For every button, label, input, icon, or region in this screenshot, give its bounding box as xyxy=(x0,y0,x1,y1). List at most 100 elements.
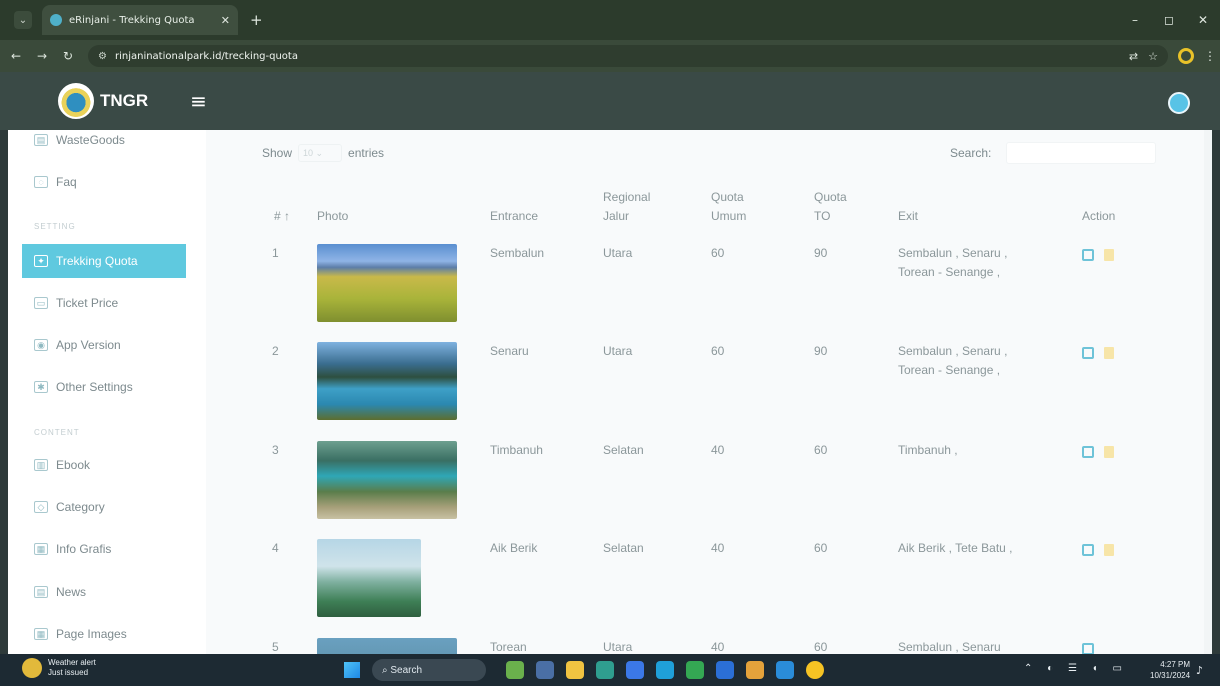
android-icon: ◉ xyxy=(34,339,48,351)
header-line: Jalur xyxy=(603,209,630,223)
sidebar-section-setting: SETTING xyxy=(34,222,76,231)
cell-quota-to: 60 xyxy=(814,640,828,654)
sidebar-item-wastegoods[interactable]: ▤ WasteGoods xyxy=(22,130,186,157)
edit-icon[interactable] xyxy=(1082,249,1094,261)
tab-close-icon[interactable]: ✕ xyxy=(221,14,230,27)
sidebar-item-label: Faq xyxy=(56,175,77,189)
minimize-icon[interactable]: – xyxy=(1118,13,1152,27)
brand-name[interactable]: TNGR xyxy=(100,91,148,111)
column-header-quota-to[interactable]: Quota TO xyxy=(814,188,847,226)
cell-quota-umum: 60 xyxy=(711,344,725,358)
sidebar-item-label: News xyxy=(56,585,87,599)
column-header-regional-jalur[interactable]: Regional Jalur xyxy=(603,188,650,226)
sidebar-item-label: Info Grafis xyxy=(56,542,112,556)
book-icon: ▥ xyxy=(34,459,48,471)
cell-number: 3 xyxy=(272,443,279,457)
cell-entrance: Torean xyxy=(490,640,527,654)
column-header-entrance[interactable]: Entrance xyxy=(490,207,538,226)
site-favicon-icon xyxy=(50,14,62,26)
widgets-app-icon[interactable] xyxy=(506,661,524,679)
sidebar-item-ebook[interactable]: ▥ Ebook xyxy=(22,448,186,482)
forward-arrow-icon[interactable]: → xyxy=(32,49,52,63)
sidebar-item-page-images[interactable]: ▦ Page Images xyxy=(22,617,186,651)
sidebar-item-other-settings[interactable]: ✱ Other Settings xyxy=(22,370,186,404)
cell-quota-to: 90 xyxy=(814,344,828,358)
column-header-exit[interactable]: Exit xyxy=(898,207,918,226)
delete-icon[interactable] xyxy=(1104,249,1114,261)
edit-icon[interactable] xyxy=(1082,347,1094,359)
file-explorer-icon[interactable] xyxy=(566,661,584,679)
sidebar-item-info-grafis[interactable]: ▦ Info Grafis xyxy=(22,532,186,566)
cell-entrance: Sembalun xyxy=(490,246,545,260)
sidebar-item-news[interactable]: ▤ News xyxy=(22,575,186,609)
translate-icon[interactable]: ⇄ xyxy=(1129,50,1138,63)
edge-app-icon[interactable] xyxy=(656,661,674,679)
clock-time: 4:27 PM xyxy=(1160,660,1191,669)
row-photo xyxy=(317,342,457,420)
close-window-icon[interactable]: ✕ xyxy=(1186,13,1220,27)
column-header-quota-umum[interactable]: Quota Umum xyxy=(711,188,746,226)
edit-icon[interactable] xyxy=(1082,544,1094,556)
entries-label: entries xyxy=(348,146,385,160)
cell-number: 4 xyxy=(272,541,279,555)
sidebar-item-label: WasteGoods xyxy=(56,133,125,147)
row-photo xyxy=(317,539,421,617)
user-avatar-icon[interactable] xyxy=(1168,92,1190,114)
cell-entrance: Senaru xyxy=(490,344,529,358)
cell-quota-to: 90 xyxy=(814,246,828,260)
back-arrow-icon[interactable]: ← xyxy=(6,49,26,63)
firefox-app-icon[interactable] xyxy=(746,661,764,679)
windows-taskbar: Weather alert Just issued ⌕ Search ⌃ ◐ ☰… xyxy=(0,654,1220,686)
sidebar-item-trekking-quota[interactable]: ✦ Trekking Quota xyxy=(22,244,186,278)
bookmark-star-icon[interactable]: ☆ xyxy=(1148,50,1158,63)
sidebar-item-label: Ticket Price xyxy=(56,296,119,310)
sidebar-item-label: Category xyxy=(56,500,105,514)
windows-start-icon[interactable] xyxy=(344,662,360,678)
system-tray-icons[interactable]: ⌃ ◐ ☰ ◖ ▭ xyxy=(1024,663,1128,674)
taskbar-clock[interactable]: 4:27 PM 10/31/2024 xyxy=(1150,659,1190,681)
reload-icon[interactable]: ↻ xyxy=(58,49,78,63)
header-line: Quota xyxy=(711,190,744,204)
sidebar-item-category[interactable]: ◇ Category xyxy=(22,490,186,524)
column-header-photo[interactable]: Photo xyxy=(317,207,348,226)
browser-ext-app-icon[interactable] xyxy=(806,661,824,679)
edit-icon[interactable] xyxy=(1082,643,1094,654)
delete-icon[interactable] xyxy=(1104,446,1114,458)
notification-bell-icon[interactable]: ♪ xyxy=(1196,664,1203,677)
entries-select[interactable]: 10 ⌄ xyxy=(298,144,343,162)
search-input[interactable] xyxy=(1006,142,1156,164)
cell-number: 2 xyxy=(272,344,279,358)
page-scrollbar[interactable] xyxy=(1204,130,1212,654)
site-settings-icon[interactable]: ⚙ xyxy=(98,51,107,62)
cell-exit: Sembalun , Senaru , Torean - Senange , xyxy=(898,342,1007,380)
maximize-icon[interactable]: ◻ xyxy=(1152,13,1186,27)
sidebar-item-app-version[interactable]: ◉ App Version xyxy=(22,328,186,362)
exit-line: Torean - Senange , xyxy=(898,265,1001,279)
store-app-icon[interactable] xyxy=(626,661,644,679)
browser-menu-icon[interactable]: ⋮ xyxy=(1204,49,1216,63)
entries-control: Show 10 ⌄ entries xyxy=(262,144,384,162)
tag-icon: ◇ xyxy=(34,501,48,513)
chrome-app-icon[interactable] xyxy=(596,661,614,679)
extension-ring-icon[interactable] xyxy=(1178,48,1194,64)
delete-icon[interactable] xyxy=(1104,544,1114,556)
browser-tab[interactable]: eRinjani - Trekking Quota ✕ xyxy=(42,5,238,35)
sidebar-item-faq[interactable]: ◌ Faq xyxy=(22,165,186,199)
weather-widget[interactable]: Weather alert Just issued xyxy=(22,658,96,678)
exit-line: Torean - Senange , xyxy=(898,363,1001,377)
tab-list-chevron-icon[interactable]: ⌄ xyxy=(14,11,32,29)
hamburger-icon[interactable]: ≡ xyxy=(190,89,207,113)
task-view-icon[interactable] xyxy=(536,661,554,679)
sidebar-item-ticket-price[interactable]: ▭ Ticket Price xyxy=(22,286,186,320)
address-bar[interactable]: ⚙ rinjaninationalpark.id/trecking-quota … xyxy=(88,45,1168,67)
taskbar-search[interactable]: ⌕ Search xyxy=(372,659,486,681)
tngr-logo[interactable] xyxy=(58,83,94,119)
delete-icon[interactable] xyxy=(1104,347,1114,359)
page-content: ▤ WasteGoods ◌ Faq SETTING ✦ Trekking Qu… xyxy=(8,130,1212,654)
edit-icon[interactable] xyxy=(1082,446,1094,458)
word-app-icon[interactable] xyxy=(776,661,794,679)
outlook-app-icon[interactable] xyxy=(716,661,734,679)
calendar-app-icon[interactable] xyxy=(686,661,704,679)
column-header-number[interactable]: # ↑ xyxy=(274,207,290,226)
new-tab-icon[interactable]: + xyxy=(250,11,263,29)
